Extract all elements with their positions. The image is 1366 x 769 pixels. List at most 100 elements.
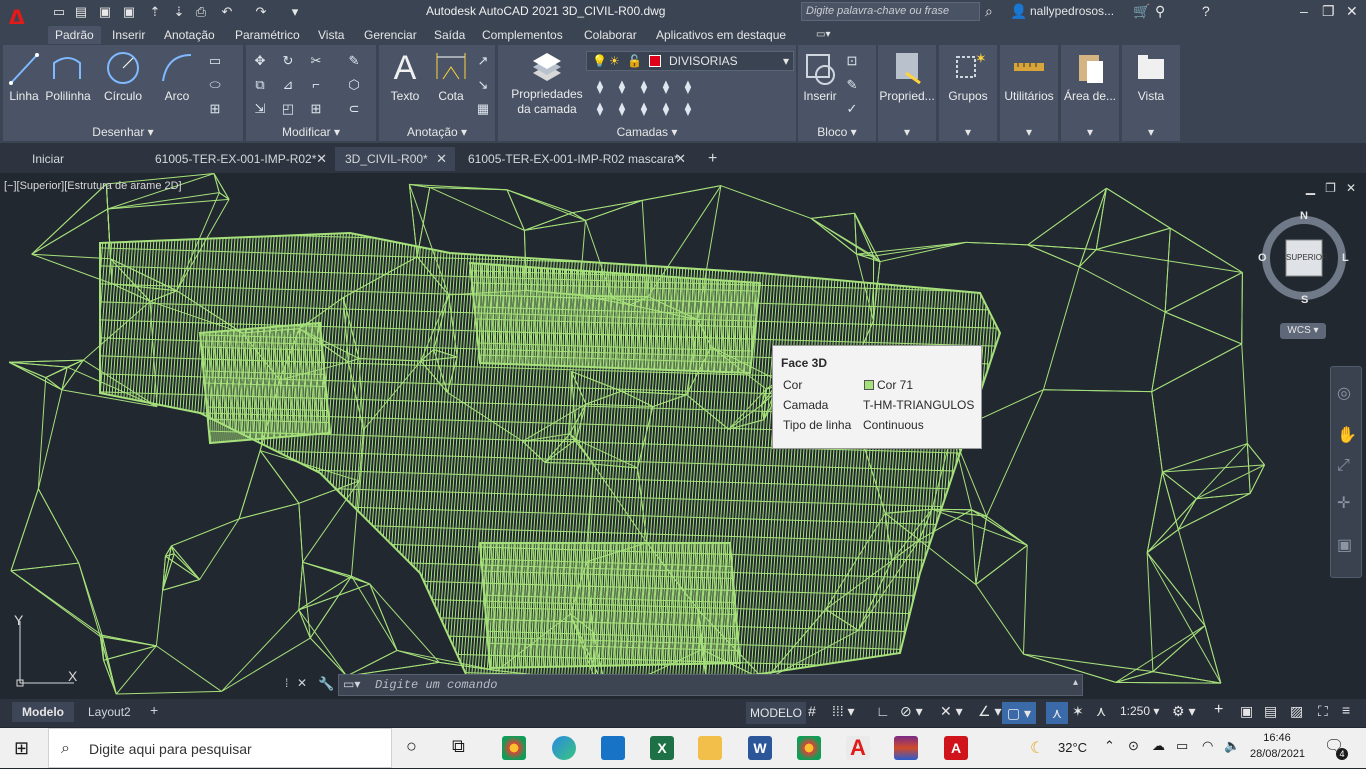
view-button[interactable]: Vista (1122, 49, 1180, 103)
dimension-button[interactable]: Cota (431, 49, 471, 103)
layout-tab-modelo[interactable]: Modelo (12, 702, 74, 722)
command-line-close-icon[interactable]: ✕ (297, 676, 307, 690)
word-icon[interactable]: W (748, 736, 772, 760)
layer-tool-3-icon[interactable]: ⧫ (636, 79, 652, 95)
volume-icon[interactable]: 🔈 (1224, 738, 1240, 754)
ribbon-minimize-icon[interactable]: ▭▾ (816, 26, 830, 44)
open-file-icon[interactable]: ▤ (72, 3, 90, 21)
viewport-controls-label[interactable]: [−][Superior][Estrutura de arame 2D] (4, 180, 182, 192)
viewcube-top-face[interactable]: SUPERIOR (1286, 253, 1322, 262)
polyline-button[interactable]: Polilinha (43, 49, 93, 103)
minimize-icon[interactable]: – (1300, 3, 1308, 19)
weather-icon[interactable]: ☾ (1030, 738, 1044, 758)
model-space-button[interactable]: MODELO (746, 702, 806, 724)
file-tab-3d-civil[interactable]: 3D_CIVIL-R00*✕ (335, 147, 455, 171)
tab-saida[interactable]: Saída (434, 26, 465, 44)
web-mobile-save-icon[interactable]: ⇣ (170, 3, 188, 21)
restore-icon[interactable]: ❐ (1322, 3, 1335, 20)
quick-properties-icon[interactable]: ▤ (1264, 703, 1277, 720)
layout-tab-layout2[interactable]: Layout2 (88, 702, 131, 722)
view-expand-icon[interactable]: ▾ (1122, 125, 1180, 139)
cortana-icon[interactable]: ○ (406, 736, 417, 757)
mirror-icon[interactable]: ⊿ (280, 77, 296, 93)
clipboard-button[interactable]: Área de... (1061, 49, 1119, 103)
compass-east[interactable]: L (1342, 252, 1349, 264)
layer-tool-5-icon[interactable]: ⧫ (680, 79, 696, 95)
battery-icon[interactable]: ▭ (1176, 738, 1188, 754)
layer-tool-2-icon[interactable]: ⧫ (614, 79, 630, 95)
clock-time[interactable]: 16:46 (1250, 732, 1304, 744)
panel-area-transferencia[interactable]: Área de... ▾ (1061, 45, 1119, 141)
table-icon[interactable]: ▦ (475, 101, 491, 117)
weather-temperature[interactable]: 32°C (1058, 740, 1087, 755)
file-tab-imp-r02-mascara[interactable]: 61005-TER-EX-001-IMP-R02 mascara*✕ (458, 147, 694, 171)
file-tab-iniciar[interactable]: Iniciar (22, 147, 142, 171)
command-customize-icon[interactable]: 🔧 (318, 676, 334, 692)
layer-tool-9-icon[interactable]: ⧫ (658, 101, 674, 117)
auto-scale-icon[interactable]: ✶ (1072, 703, 1084, 720)
arc-button[interactable]: Arco (157, 49, 197, 103)
tab-gerenciar[interactable]: Gerenciar (364, 26, 417, 44)
annotation-scale-value[interactable]: 1:250 ▾ (1120, 704, 1159, 718)
groups-button[interactable]: ✶ Grupos (939, 49, 997, 103)
windows-start-icon[interactable]: ⊞ (14, 738, 29, 759)
isodraft-icon[interactable]: ✕ ▾ (940, 703, 963, 720)
stretch-icon[interactable]: ⇲ (252, 101, 268, 117)
pan-icon[interactable]: ✋ (1337, 425, 1357, 445)
tab-colaborar[interactable]: Colaborar (584, 26, 637, 44)
annotation-monitor-plus-icon[interactable]: + (1214, 701, 1223, 719)
undo-icon[interactable]: ↶ (218, 3, 236, 21)
properties-expand-icon[interactable]: ▾ (878, 125, 936, 139)
winrar-icon[interactable] (894, 736, 918, 760)
circle-button[interactable]: Círculo (99, 49, 147, 103)
panel-title-modificar[interactable]: Modificar ▾ (246, 125, 376, 139)
layer-tool-7-icon[interactable]: ⧫ (614, 101, 630, 117)
edit-block-icon[interactable]: ✎ (844, 77, 860, 93)
hatch-icon[interactable]: ⬭ (207, 77, 223, 93)
layer-tool-1-icon[interactable]: ⧫ (592, 79, 608, 95)
ucs-menu-button[interactable]: WCS ▾ (1280, 323, 1326, 339)
tab-vista[interactable]: Vista (318, 26, 344, 44)
chrome-icon[interactable] (502, 736, 526, 760)
annotation-scale-icon[interactable]: ⋏ (1096, 703, 1106, 720)
taskbar-search-box[interactable]: ⌕ Digite aqui para pesquisar (48, 728, 392, 768)
utilities-expand-icon[interactable]: ▾ (1000, 125, 1058, 139)
layer-dropdown[interactable]: 💡 ☀ 🔓 DIVISORIAS ▾ (586, 51, 794, 71)
qat-customize-icon[interactable]: ▾ (286, 3, 304, 21)
rectangle-icon[interactable]: ▭ (207, 53, 223, 69)
layer-tool-4-icon[interactable]: ⧫ (658, 79, 674, 95)
new-file-icon[interactable]: ▭ (50, 3, 68, 21)
close-tab-icon[interactable]: ✕ (675, 147, 686, 171)
boundary-icon[interactable]: ⊞ (207, 101, 223, 117)
save-as-icon[interactable]: ▣ (120, 3, 138, 21)
object-snap-tracking-icon[interactable]: ∠ ▾ (978, 703, 1001, 720)
panel-title-anotacao[interactable]: Anotação ▾ (379, 125, 495, 139)
autocad-taskbar-icon[interactable]: A (846, 736, 870, 760)
viewport-close-icon[interactable]: ✕ (1346, 181, 1356, 195)
layer-properties-button[interactable]: Propriedades da camada (508, 49, 586, 117)
command-line[interactable]: ▭▾ Digite um comando ▴ (338, 674, 1083, 696)
clock-date[interactable]: 28/08/2021 (1250, 748, 1304, 760)
drawing-viewport[interactable]: [−][Superior][Estrutura de arame 2D] ▁ ❐… (0, 173, 1366, 699)
snap-icon[interactable]: ⁞⁞⁞ ▾ (832, 703, 855, 720)
groups-expand-icon[interactable]: ▾ (939, 125, 997, 139)
panel-propriedades[interactable]: Propried... ▾ (878, 45, 936, 141)
mail-icon[interactable] (601, 736, 625, 760)
tab-anotacao[interactable]: Anotação (164, 26, 215, 44)
cart-icon[interactable]: 🛒 (1133, 3, 1150, 20)
layer-tool-6-icon[interactable]: ⧫ (592, 101, 608, 117)
redo-icon[interactable]: ↷ (252, 3, 270, 21)
steering-wheel-icon[interactable]: ◎ (1337, 383, 1351, 403)
multileader-icon[interactable]: ↗ (475, 53, 491, 69)
showmotion-icon[interactable]: ▣ (1337, 535, 1352, 555)
tab-complementos[interactable]: Complementos (482, 26, 563, 44)
block-attributes-icon[interactable]: ✓ (844, 101, 860, 117)
status-customize-icon[interactable]: ≡ (1342, 702, 1350, 718)
units-icon[interactable]: ▣ (1240, 703, 1253, 720)
annotation-visibility-icon[interactable]: ⋏ (1046, 702, 1068, 724)
workspace-gear-icon[interactable]: ⚙ ▾ (1172, 703, 1195, 720)
tab-parametrico[interactable]: Paramétrico (235, 26, 300, 44)
polar-tracking-icon[interactable]: ⊘ ▾ (900, 703, 923, 720)
viewport-minimize-icon[interactable]: ▁ (1306, 181, 1315, 195)
create-block-icon[interactable]: ⊡ (844, 53, 860, 69)
